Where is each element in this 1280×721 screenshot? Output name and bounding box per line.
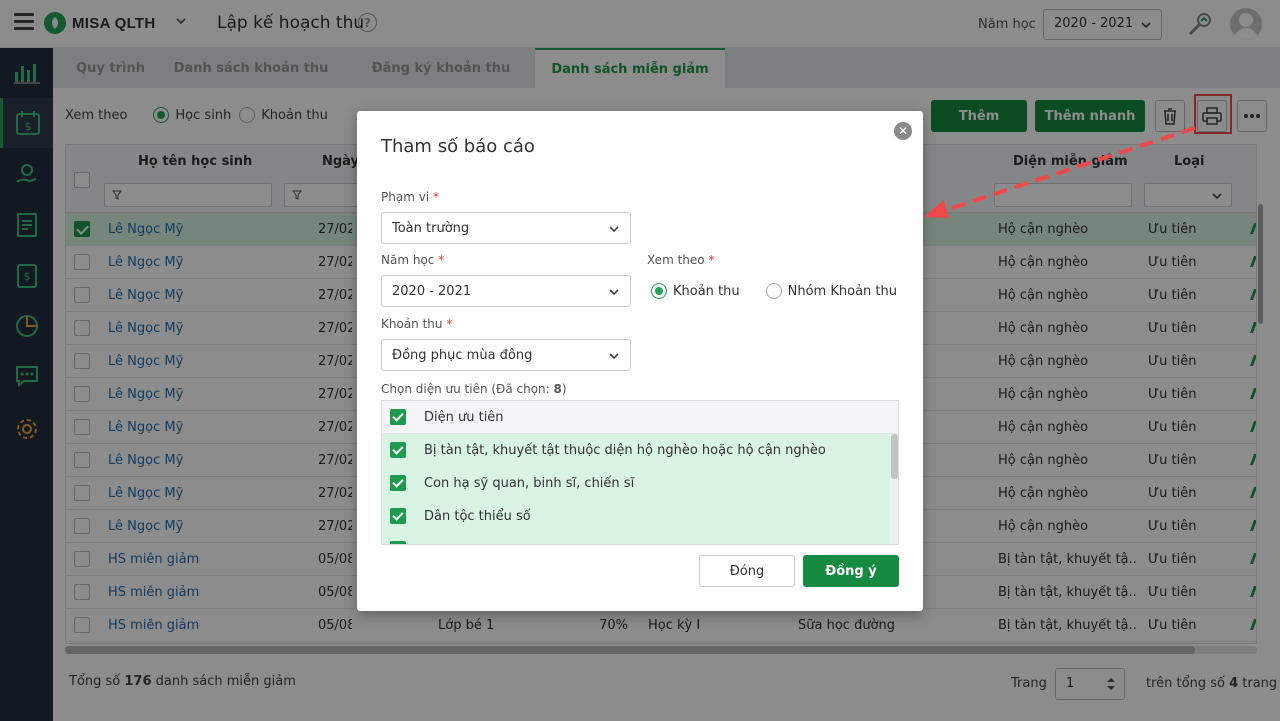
list-item-checkbox[interactable] bbox=[390, 442, 406, 458]
priority-list-header: Diện ưu tiên bbox=[382, 401, 898, 434]
priority-label: Chọn diện ưu tiên (Đã chọn: 8) bbox=[381, 382, 567, 396]
priority-select-all-checkbox[interactable] bbox=[390, 409, 406, 425]
close-icon[interactable]: ✕ bbox=[894, 122, 912, 140]
list-item-checkbox[interactable] bbox=[390, 508, 406, 524]
scope-label: Phạm vi * bbox=[381, 190, 439, 204]
fee-value: Đồng phục mùa đông bbox=[392, 348, 533, 363]
scope-value: Toàn trường bbox=[392, 221, 470, 236]
chevron-down-icon bbox=[609, 226, 619, 233]
radio-dot bbox=[765, 283, 782, 299]
fee-label: Khoản thu * bbox=[381, 317, 453, 331]
list-item-checkbox[interactable] bbox=[390, 475, 406, 491]
list-item[interactable]: Bị tàn tật, khuyết tật thuộc diện hộ ngh… bbox=[382, 434, 890, 467]
priority-list-header-label: Diện ưu tiên bbox=[424, 410, 504, 425]
priority-list: Diện ưu tiên Bị tàn tật, khuyết tật thuộ… bbox=[381, 400, 899, 545]
fee-select[interactable]: Đồng phục mùa đông bbox=[381, 339, 631, 371]
radio-view-fee-group-label: Nhóm Khoản thu bbox=[787, 283, 897, 299]
dialog-title: Tham số báo cáo bbox=[381, 136, 535, 157]
chevron-down-icon bbox=[609, 289, 619, 296]
radio-dot bbox=[651, 283, 667, 299]
priority-list-scrollbar[interactable] bbox=[890, 434, 898, 544]
list-item-label: Con hạ sỹ quan, binh sĩ, chiến sĩ bbox=[424, 476, 635, 491]
year-label: Năm học * bbox=[381, 253, 445, 267]
modal-year-value: 2020 - 2021 bbox=[392, 284, 472, 299]
list-item-label: Bị tàn tật, khuyết tật thuộc diện hộ ngh… bbox=[424, 443, 826, 458]
report-params-dialog: Tham số báo cáo ✕ Phạm vi * Toàn trường … bbox=[357, 111, 923, 611]
list-item[interactable]: Con hạ sỹ quan, binh sĩ, chiến sĩ bbox=[382, 467, 890, 500]
list-item[interactable]: Dân tộc thiểu số bbox=[382, 500, 890, 533]
view-by-options: Khoản thu Nhóm Khoản thu bbox=[647, 283, 897, 299]
cancel-button[interactable]: Đóng bbox=[699, 555, 795, 587]
chevron-down-icon bbox=[609, 353, 619, 360]
confirm-button[interactable]: Đồng ý bbox=[803, 555, 899, 587]
view-by-label: Xem theo * bbox=[647, 253, 715, 267]
modal-year-select[interactable]: 2020 - 2021 bbox=[381, 275, 631, 307]
radio-view-fee[interactable]: Khoản thu bbox=[651, 283, 740, 299]
list-item-label: Dân tộc thiểu số bbox=[424, 509, 531, 524]
list-item-checkbox[interactable] bbox=[390, 541, 406, 544]
list-item[interactable] bbox=[382, 533, 890, 544]
scope-select[interactable]: Toàn trường bbox=[381, 212, 631, 244]
radio-view-fee-label: Khoản thu bbox=[673, 283, 740, 299]
radio-view-fee-group[interactable]: Nhóm Khoản thu bbox=[765, 283, 897, 299]
